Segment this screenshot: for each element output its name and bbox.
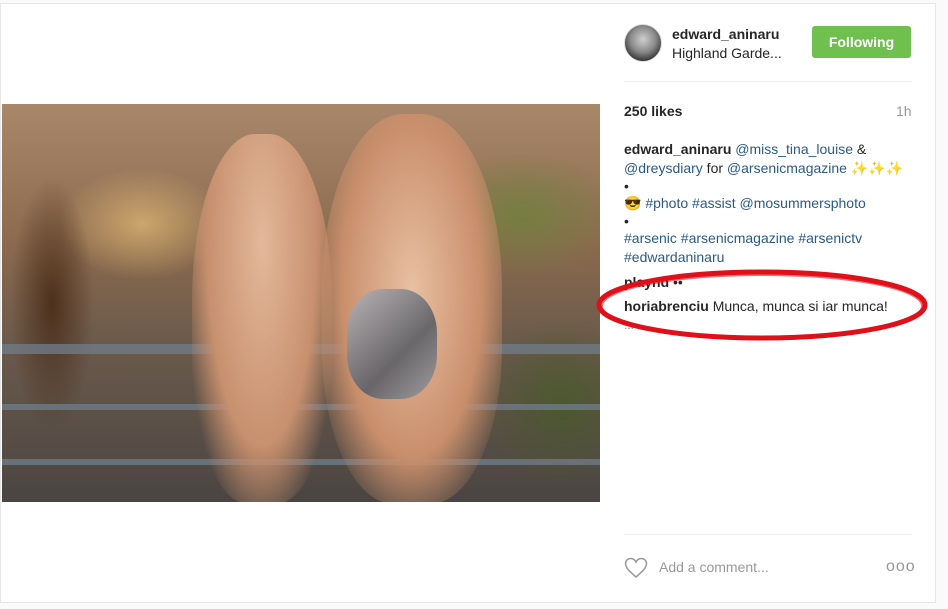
caption-text: for — [702, 160, 727, 176]
sunglasses-emoji: 😎 — [624, 195, 642, 211]
header-username[interactable]: edward_aninaru — [672, 26, 779, 42]
person-left — [192, 134, 332, 502]
caption-text: & — [852, 141, 867, 157]
caption-username[interactable]: edward_aninaru — [624, 141, 731, 157]
likes-count[interactable]: 250 likes — [624, 103, 682, 119]
sparkles-emoji: ✨✨✨ — [846, 160, 904, 176]
more-options-icon[interactable]: ooo — [886, 558, 916, 576]
swimsuit — [347, 289, 437, 399]
bullet-dot: • — [624, 178, 629, 194]
post-photo[interactable] — [2, 104, 600, 502]
post-time[interactable]: 1h — [896, 103, 912, 119]
mention-link[interactable]: @arsenicmagazine — [727, 160, 847, 176]
hashtag-link[interactable]: #edwardaninaru — [624, 249, 724, 265]
caption-line-2: @dreysdiary for @arsenicmagazine ✨✨✨ — [624, 159, 914, 178]
header-location[interactable]: Highland Garde... — [672, 45, 790, 61]
following-button[interactable]: Following — [812, 26, 911, 58]
caption-line-1: edward_aninaru @miss_tina_louise & — [624, 140, 914, 159]
mention-link[interactable]: @dreysdiary — [624, 160, 703, 176]
heart-icon[interactable] — [624, 557, 648, 579]
mention-link[interactable]: @miss_tina_louise — [735, 141, 853, 157]
add-comment-bar: Add a comment... ooo — [624, 555, 915, 583]
comments-divider — [624, 534, 912, 535]
avatar[interactable] — [624, 24, 662, 62]
post-header: edward_aninaru Highland Garde... Followi… — [624, 24, 912, 64]
mention-link[interactable]: @mosummersphoto — [740, 195, 866, 211]
hashtag-link[interactable]: #photo #assist — [645, 195, 735, 211]
bullet-dot: • — [624, 213, 629, 229]
hashtag-link[interactable]: #arsenic #arsenicmagazine #arsenictv — [624, 230, 862, 246]
caption-line-3: 😎 #photo #assist @mosummersphoto — [624, 194, 914, 213]
caption: edward_aninaru @miss_tina_louise & @drey… — [624, 140, 914, 267]
comment-input[interactable]: Add a comment... — [659, 559, 769, 575]
header-divider — [624, 81, 912, 82]
caption-line-4: #arsenic #arsenicmagazine #arsenictv — [624, 229, 914, 248]
highlight-oval — [596, 269, 928, 341]
